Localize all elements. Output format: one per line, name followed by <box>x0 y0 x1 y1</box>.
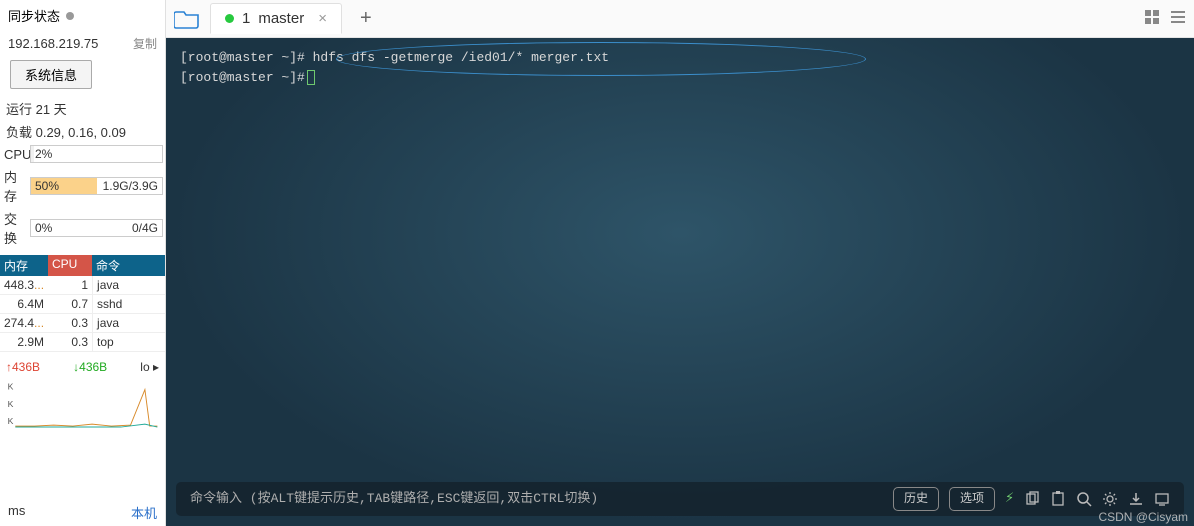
mem-pct: 50% <box>35 179 59 193</box>
network-graph: K K K <box>0 378 165 430</box>
download-icon[interactable] <box>1128 491 1144 507</box>
proc-cpu: 0.3 <box>48 333 92 351</box>
tab-master[interactable]: 1 master × <box>210 3 342 34</box>
proc-mem: 448.3 <box>4 278 34 292</box>
table-row[interactable]: 6.4M 0.7 sshd <box>0 295 165 314</box>
proc-mem: 6.4M <box>0 295 48 313</box>
watermark: CSDN @Cisyam <box>1098 510 1188 524</box>
history-button[interactable]: 历史 <box>893 487 939 511</box>
main-area: 1 master × + [root@master ~]# hdfs dfs -… <box>166 0 1194 526</box>
svg-text:K: K <box>8 399 14 409</box>
mem-label: 内存 <box>2 167 26 205</box>
cpu-bar: 2% <box>30 145 163 163</box>
uptime-text: 运行 21 天 <box>0 97 165 120</box>
proc-cpu: 0.3 <box>48 314 92 332</box>
process-table-header: 内存 CPU 命令 <box>0 255 165 276</box>
cpu-label: CPU <box>2 147 26 162</box>
search-icon[interactable] <box>1076 491 1092 507</box>
proc-cmd: top <box>92 333 165 351</box>
cpu-row: CPU 2% <box>0 143 165 165</box>
svg-text:K: K <box>8 382 14 392</box>
grid-view-icon[interactable] <box>1144 9 1160 28</box>
ip-row: 192.168.219.75 复制 <box>0 31 165 56</box>
proc-cpu: 0.7 <box>48 295 92 313</box>
command-text: hdfs dfs -getmerge /ied01/* merger.txt <box>305 50 609 65</box>
options-button[interactable]: 选项 <box>949 487 995 511</box>
ip-address: 192.168.219.75 <box>8 36 98 51</box>
terminal-line: [root@master ~]# hdfs dfs -getmerge /ied… <box>180 48 1180 68</box>
prompt: [root@master ~]# <box>180 50 305 65</box>
mem-row: 内存 50% 1.9G/3.9G <box>0 165 165 207</box>
terminal-line: [root@master ~]# <box>180 68 1180 88</box>
proc-cmd: sshd <box>92 295 165 313</box>
load-text: 负载 0.29, 0.16, 0.09 <box>0 120 165 143</box>
cpu-pct: 2% <box>35 147 52 161</box>
screen-icon[interactable] <box>1154 491 1170 507</box>
sidebar: 同步状态 192.168.219.75 复制 系统信息 运行 21 天 负载 0… <box>0 0 166 526</box>
sync-status-row: 同步状态 <box>0 0 165 31</box>
cursor-icon <box>307 70 315 85</box>
net-interface: lo ▸ <box>140 360 159 374</box>
tab-status-dot-icon <box>225 14 234 23</box>
proc-cpu: 1 <box>48 276 92 294</box>
table-row[interactable]: 2.9M 0.3 top <box>0 333 165 352</box>
proc-cmd: java <box>92 276 165 294</box>
sidebar-bottom: ms 本机 <box>0 499 165 526</box>
swap-detail: 0/4G <box>132 221 158 235</box>
folder-icon[interactable] <box>174 9 200 29</box>
net-download: ↓436B <box>73 360 107 374</box>
terminal[interactable]: [root@master ~]# hdfs dfs -getmerge /ied… <box>166 38 1194 526</box>
table-row[interactable]: 274.4 0.3 java <box>0 314 165 333</box>
mem-bar: 50% 1.9G/3.9G <box>30 177 163 195</box>
copy-icon[interactable] <box>1024 491 1040 507</box>
svg-text:K: K <box>8 416 14 426</box>
bottom-right-label[interactable]: 本机 <box>131 503 157 522</box>
table-row[interactable]: 448.3 1 java <box>0 276 165 295</box>
new-tab-button[interactable]: + <box>352 7 380 30</box>
graph-svg-icon: K K K <box>4 380 161 428</box>
tab-close-icon[interactable]: × <box>318 10 327 27</box>
tab-label: master <box>258 10 304 27</box>
bolt-icon[interactable]: ⚡ <box>1005 488 1014 511</box>
mem-detail: 1.9G/3.9G <box>103 179 158 193</box>
swap-pct: 0% <box>35 221 52 235</box>
swap-bar: 0% 0/4G <box>30 219 163 237</box>
cpu-bar-fill <box>31 146 34 162</box>
prompt: [root@master ~]# <box>180 70 305 85</box>
tab-index: 1 <box>242 10 250 27</box>
gear-icon[interactable] <box>1102 491 1118 507</box>
network-row: ↑436B ↓436B lo ▸ <box>0 356 165 378</box>
command-bar: 命令输入 (按ALT键提示历史,TAB键路径,ESC键返回,双击CTRL切换) … <box>176 482 1184 516</box>
system-info-button[interactable]: 系统信息 <box>10 60 92 89</box>
swap-row: 交换 0% 0/4G <box>0 207 165 249</box>
proc-header-mem[interactable]: 内存 <box>0 255 48 276</box>
proc-mem: 274.4 <box>4 316 34 330</box>
copy-ip-button[interactable]: 复制 <box>133 35 157 52</box>
menu-icon[interactable] <box>1170 9 1186 28</box>
sync-label: 同步状态 <box>8 6 60 25</box>
proc-mem: 2.9M <box>0 333 48 351</box>
proc-cmd: java <box>92 314 165 332</box>
proc-header-cmd[interactable]: 命令 <box>92 255 165 276</box>
tab-bar: 1 master × + <box>166 0 1194 38</box>
command-input-hint[interactable]: 命令输入 (按ALT键提示历史,TAB键路径,ESC键返回,双击CTRL切换) <box>190 489 883 509</box>
proc-header-cpu[interactable]: CPU <box>48 255 92 276</box>
paste-icon[interactable] <box>1050 491 1066 507</box>
swap-label: 交换 <box>2 209 26 247</box>
bottom-left-label: ms <box>8 503 25 522</box>
tab-right-icons <box>1144 9 1186 28</box>
net-upload: ↑436B <box>6 360 40 374</box>
sync-status-dot-icon <box>66 12 74 20</box>
